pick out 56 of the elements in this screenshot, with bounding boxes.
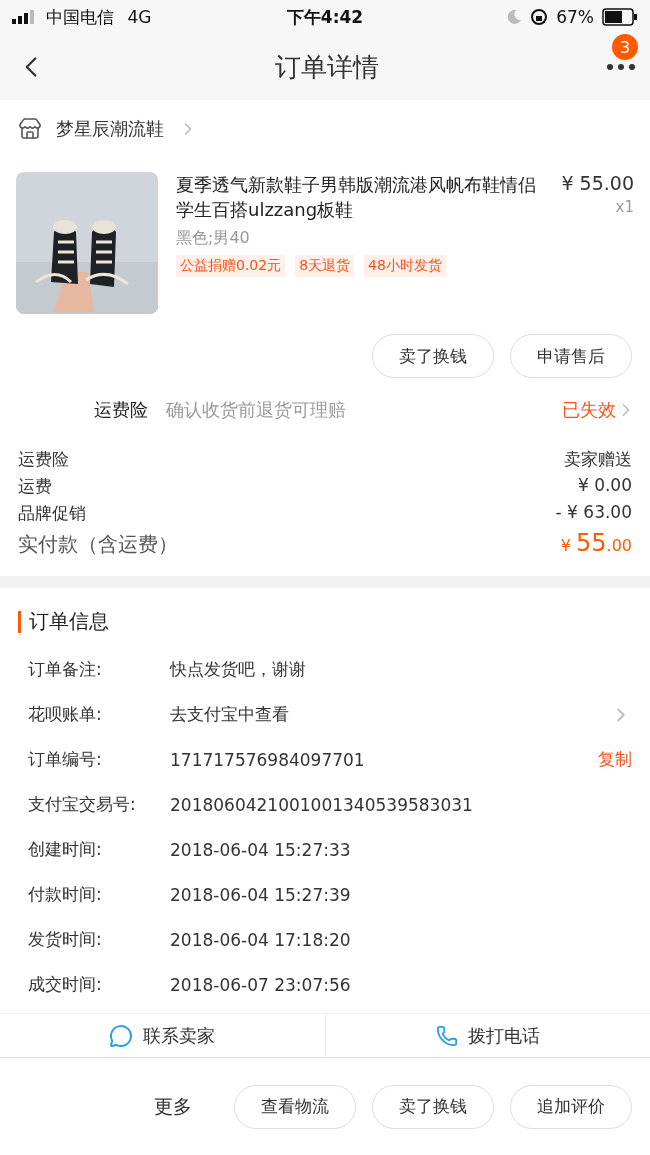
action-button[interactable]: 追加评价 (510, 1084, 632, 1129)
action-button[interactable]: 卖了换钱 (372, 334, 494, 378)
info-label: 发货时间: (28, 928, 103, 951)
chat-icon (109, 1023, 134, 1048)
total-amount: ¥ 55.00 (560, 529, 632, 557)
store-icon (18, 117, 42, 141)
info-label: 订单编号: (28, 748, 103, 771)
info-value: 去支付宝中查看 (170, 703, 290, 726)
fee-value: 卖家赠送 (564, 448, 632, 471)
section-title: 订单信息 (29, 608, 109, 635)
fee-value: - ¥ 63.00 (555, 502, 632, 524)
action-button[interactable]: 申请售后 (510, 334, 632, 378)
total-label: 实付款（含运费） (18, 531, 178, 558)
info-value: 171717576984097701 (170, 749, 366, 770)
info-label: 支付宝交易号: (28, 793, 137, 816)
phone-icon (435, 1024, 458, 1047)
fee-label: 运费 (18, 475, 52, 498)
fee-label: 品牌促销 (18, 502, 86, 525)
product-title[interactable]: 夏季透气新款鞋子男韩版潮流港风帆布鞋情侣学生百搭ulzzang板鞋 (176, 172, 552, 222)
action-button[interactable]: 卖了换钱 (372, 1084, 494, 1129)
info-value: 2018-06-04 15:27:33 (170, 839, 352, 860)
info-value: 2018-06-07 23:07:56 (170, 974, 352, 995)
info-value: 快点发货吧，谢谢 (170, 658, 307, 681)
info-value: 2018060421001001340539583031 (170, 794, 474, 815)
insurance-description: 确认收货前退货可理赔 (166, 398, 347, 422)
service-tag: 8天退货 (295, 255, 355, 277)
info-value: 2018-06-04 15:27:39 (170, 884, 352, 905)
insurance-status[interactable]: 已失效 (562, 398, 616, 422)
info-label: 成交时间: (28, 973, 103, 996)
carrier-name: 中国电信 (46, 5, 114, 29)
more-button[interactable]: 更多 (148, 1092, 198, 1121)
product-price: ¥ 55.00 (561, 172, 634, 194)
info-label: 创建时间: (28, 838, 103, 861)
status-time: 下午4:42 (286, 5, 364, 29)
insurance-label: 运费险 (94, 398, 148, 422)
moon-icon (506, 9, 523, 25)
fee-label: 运费险 (18, 448, 69, 471)
info-label: 订单备注: (28, 658, 103, 681)
copy-link[interactable]: 复制 (598, 748, 632, 771)
service-tag: 48小时发货 (364, 255, 446, 277)
info-value: 2018-06-04 17:18:20 (170, 929, 352, 950)
battery-percent: 67% (556, 7, 594, 27)
page-title: 订单详情 (275, 50, 379, 84)
action-button[interactable]: 查看物流 (234, 1084, 356, 1129)
more-icon[interactable] (606, 63, 636, 71)
product-quantity: x1 (615, 198, 634, 216)
notification-badge: 3 (612, 34, 638, 60)
battery-icon (602, 8, 638, 26)
info-label: 付款时间: (28, 883, 103, 906)
rotation-lock-icon (530, 8, 549, 26)
fee-value: ¥ 0.00 (577, 475, 632, 497)
service-tag: 公益捐赠0.02元 (176, 255, 286, 277)
info-label: 花呗账单: (28, 703, 103, 726)
network-type: 4G (126, 7, 152, 27)
product-spec: 黑色;男40 (176, 228, 251, 249)
shop-name[interactable]: 梦星辰潮流鞋 (56, 117, 164, 141)
